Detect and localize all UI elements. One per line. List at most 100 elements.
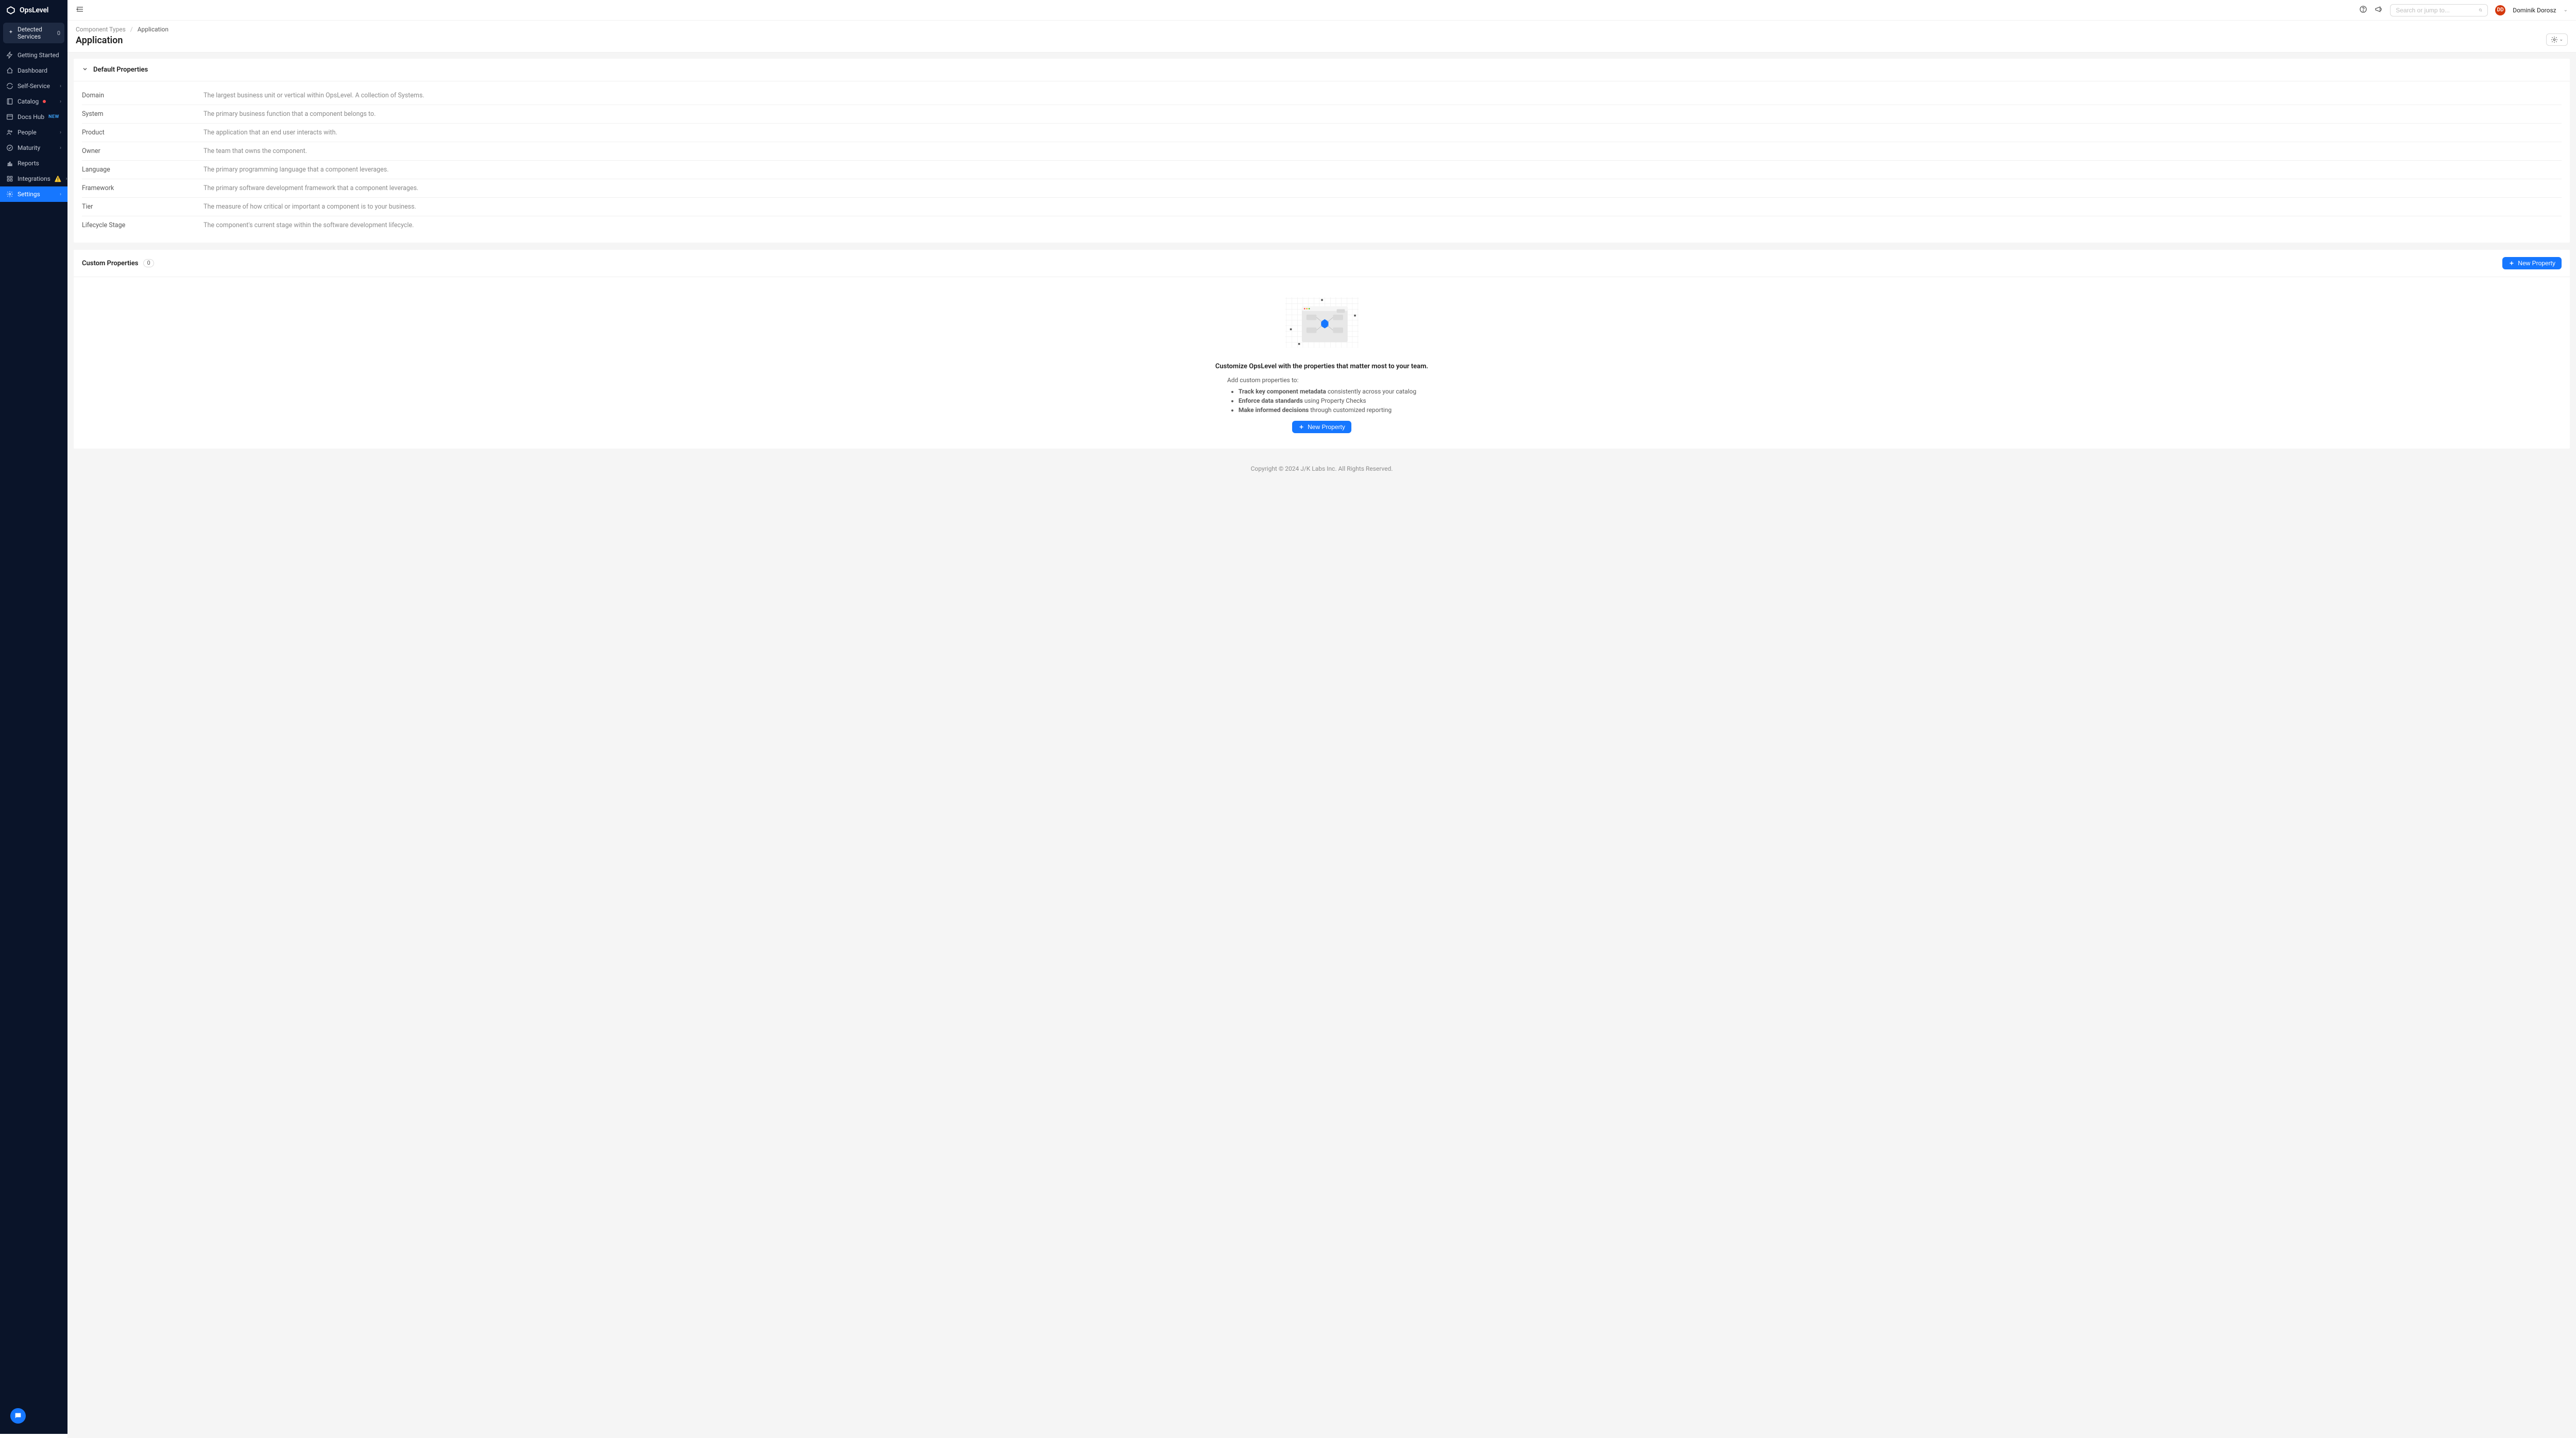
table-row: Language The primary programming languag… [82, 161, 2562, 179]
breadcrumb-current: Application [138, 26, 168, 33]
property-name: Domain [82, 92, 204, 99]
warning-icon: ⚠️ [55, 176, 62, 182]
chevron-right-icon: › [60, 130, 61, 135]
property-description: The component's current stage within the… [204, 221, 2562, 229]
sidebar-item-label: Self-Service [18, 82, 50, 90]
card-title: Custom Properties [82, 260, 138, 267]
check-circle-icon [6, 144, 13, 151]
sidebar-item-people[interactable]: People › [0, 125, 67, 140]
sidebar-item-label: Maturity [18, 144, 40, 151]
property-description: The application that an end user interac… [204, 129, 2562, 136]
chevron-down-icon[interactable]: ⌄ [2564, 7, 2568, 13]
custom-properties-count: 0 [143, 259, 154, 267]
empty-state-subhead: Add custom properties to: [1227, 376, 1416, 384]
grid-icon [6, 175, 13, 182]
sparkle-icon [7, 29, 14, 37]
table-row: Lifecycle Stage The component's current … [82, 216, 2562, 234]
breadcrumb-parent[interactable]: Component Types [76, 26, 126, 33]
table-row: Product The application that an end user… [82, 124, 2562, 142]
collapse-toggle[interactable] [82, 66, 88, 74]
property-description: The measure of how critical or important… [204, 203, 2562, 211]
sidebar-collapse-toggle[interactable] [76, 5, 84, 15]
new-property-cta-button[interactable]: New Property [1292, 421, 1351, 433]
property-name: Framework [82, 184, 204, 192]
detected-services-button[interactable]: Detected Services 0 [3, 23, 64, 43]
chevron-right-icon: › [66, 176, 67, 182]
chat-icon [14, 1412, 22, 1420]
new-badge: NEW [48, 114, 59, 119]
docs-icon [6, 113, 13, 121]
button-label: New Property [1308, 423, 1345, 431]
plus-icon [2509, 260, 2515, 266]
property-name: Language [82, 166, 204, 174]
username[interactable]: Dominik Dorosz [2513, 7, 2556, 14]
page-header: Component Types / Application Applicatio… [67, 21, 2576, 53]
table-row: Owner The team that owns the component. [82, 142, 2562, 161]
sidebar-item-label: Catalog [18, 98, 39, 105]
property-name: Owner [82, 147, 204, 155]
new-property-button[interactable]: New Property [2502, 257, 2562, 269]
notification-dot-icon [43, 100, 46, 103]
detected-services-label: Detected Services [18, 26, 54, 40]
sidebar-item-catalog[interactable]: Catalog › [0, 94, 67, 109]
megaphone-icon [2375, 5, 2383, 13]
chevron-right-icon: › [60, 83, 61, 89]
list-item: Track key component metadata consistentl… [1239, 388, 1416, 395]
brand-name: OpsLevel [20, 6, 48, 14]
logo[interactable]: OpsLevel [0, 0, 67, 21]
chat-widget-button[interactable] [10, 1408, 26, 1424]
chevron-right-icon: › [60, 145, 61, 151]
content-area: Default Properties Domain The largest bu… [67, 53, 2576, 1438]
chevron-right-icon: › [60, 192, 61, 197]
gear-icon [6, 191, 13, 198]
book-icon [6, 98, 13, 105]
sidebar-item-label: People [18, 129, 37, 136]
sidebar-item-getting-started[interactable]: Getting Started [0, 47, 67, 63]
list-item: Enforce data standards using Property Ch… [1239, 397, 1416, 404]
sidebar-item-reports[interactable]: Reports [0, 156, 67, 171]
empty-state-headline: Customize OpsLevel with the properties t… [1215, 363, 1428, 370]
sidebar-item-self-service[interactable]: Self-Service › [0, 78, 67, 94]
default-properties-card: Default Properties Domain The largest bu… [74, 59, 2570, 243]
help-button[interactable] [2359, 5, 2367, 15]
breadcrumb: Component Types / Application [76, 26, 168, 33]
chevron-right-icon: › [60, 99, 61, 105]
default-properties-header: Default Properties [74, 59, 2570, 81]
sidebar-item-dashboard[interactable]: Dashboard [0, 63, 67, 78]
detected-services-count: 0 [57, 30, 60, 37]
empty-state-illustration [1281, 292, 1363, 353]
sidebar-item-settings[interactable]: Settings › [0, 186, 67, 202]
custom-properties-card: Custom Properties 0 New Property [74, 250, 2570, 449]
sidebar-item-label: Reports [18, 160, 39, 167]
plus-icon [1298, 424, 1304, 430]
help-circle-icon [2359, 5, 2367, 13]
footer-copyright: Copyright © 2024 J/K Labs Inc. All Right… [74, 456, 2570, 478]
table-row: Framework The primary software developme… [82, 179, 2562, 198]
property-description: The primary software development framewo… [204, 184, 2562, 192]
announcements-button[interactable] [2375, 5, 2383, 15]
avatar[interactable]: DD [2495, 5, 2505, 15]
topbar: DD Dominik Dorosz ⌄ [67, 0, 2576, 21]
breadcrumb-separator: / [130, 26, 133, 33]
table-row: System The primary business function tha… [82, 105, 2562, 124]
chevron-down-icon [82, 66, 88, 72]
page-settings-button[interactable]: ⌄ [2546, 33, 2568, 46]
chart-icon [6, 160, 13, 167]
property-name: Lifecycle Stage [82, 221, 204, 229]
sidebar-item-integrations[interactable]: Integrations ⚠️ › [0, 171, 67, 186]
card-title: Default Properties [93, 66, 148, 74]
sidebar-item-label: Integrations [18, 175, 50, 182]
search-icon [2479, 7, 2482, 13]
sidebar-item-maturity[interactable]: Maturity › [0, 140, 67, 156]
property-name: Product [82, 129, 204, 136]
search-input[interactable] [2396, 7, 2476, 14]
chevron-down-icon: ⌄ [2559, 37, 2563, 42]
sidebar-item-label: Settings [18, 191, 40, 198]
property-name: Tier [82, 203, 204, 211]
custom-properties-header: Custom Properties 0 New Property [74, 250, 2570, 277]
property-description: The primary programming language that a … [204, 166, 2562, 174]
search-box[interactable] [2390, 4, 2488, 16]
property-description: The primary business function that a com… [204, 110, 2562, 118]
property-name: System [82, 110, 204, 118]
sidebar-item-docs-hub[interactable]: Docs Hub NEW [0, 109, 67, 125]
